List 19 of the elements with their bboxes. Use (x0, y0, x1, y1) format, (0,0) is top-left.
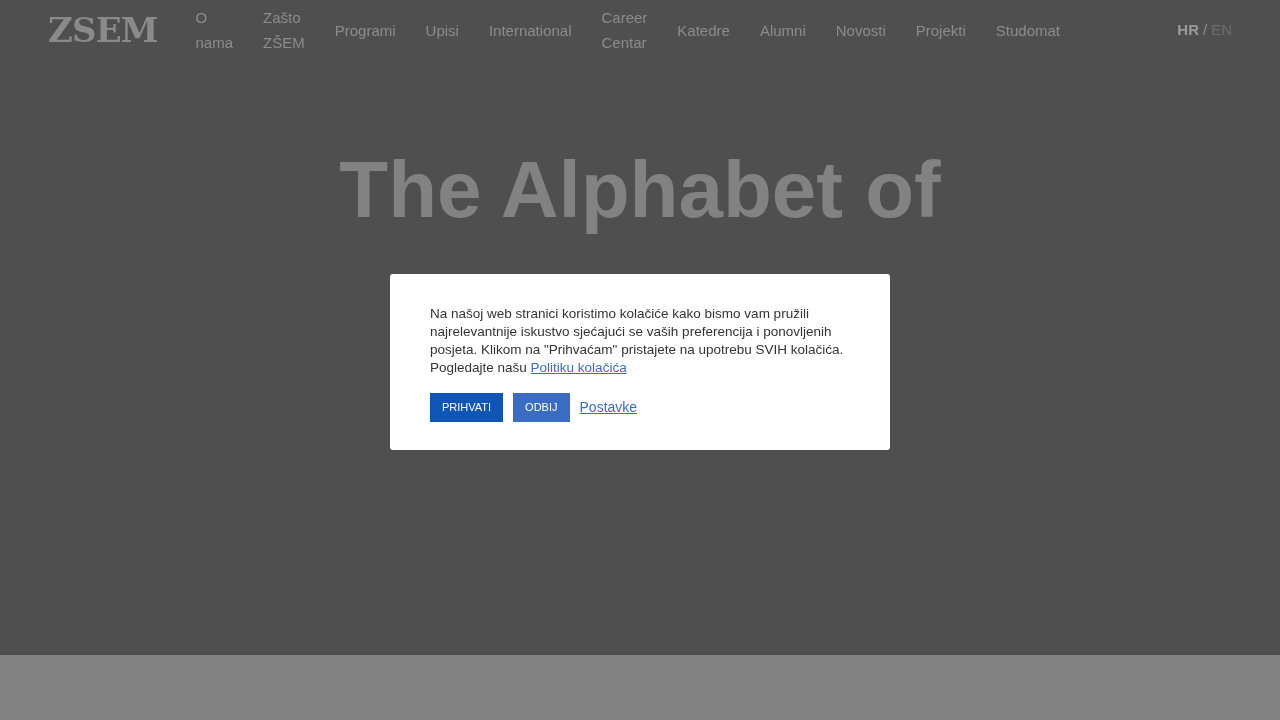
reject-button[interactable]: ODBIJ (513, 393, 570, 422)
nav-link[interactable]: O nama (195, 5, 234, 55)
nav-link[interactable]: Novosti (835, 17, 886, 43)
settings-link[interactable]: Postavke (579, 397, 638, 418)
nav-link[interactable]: Katedre (677, 17, 730, 43)
nav-link[interactable]: Zašto ZŠEM (263, 5, 305, 55)
nav-link[interactable]: Studomat (995, 17, 1061, 43)
cookie-text: Na našoj web stranici koristimo kolačiće kako bismo vam pružili najrelevantnije iskustvo sjećajući se vaših preferencija i ponovljenih posjeta. Klikom na "Prihvaćam" pristajete na upotrebu SVIH kolačića. Pogledajte našu Politiku kolačića (430, 305, 845, 377)
nav-link[interactable]: Projekti (915, 17, 966, 43)
nav-link[interactable]: Alumni (759, 17, 806, 43)
nav-link[interactable]: Programi (334, 17, 396, 43)
nav-link[interactable]: International (488, 17, 572, 43)
language-separator: / (1203, 19, 1208, 40)
nav-link[interactable]: Upisi (425, 17, 459, 43)
accept-button[interactable]: PRIHVATI (430, 393, 504, 422)
language-link[interactable]: HR (1177, 18, 1199, 42)
nav-link[interactable]: Career Centar (601, 5, 648, 55)
cookie-policy-link[interactable]: Politiku kolačića (530, 360, 627, 375)
logo[interactable]: ZSEM (48, 13, 158, 47)
